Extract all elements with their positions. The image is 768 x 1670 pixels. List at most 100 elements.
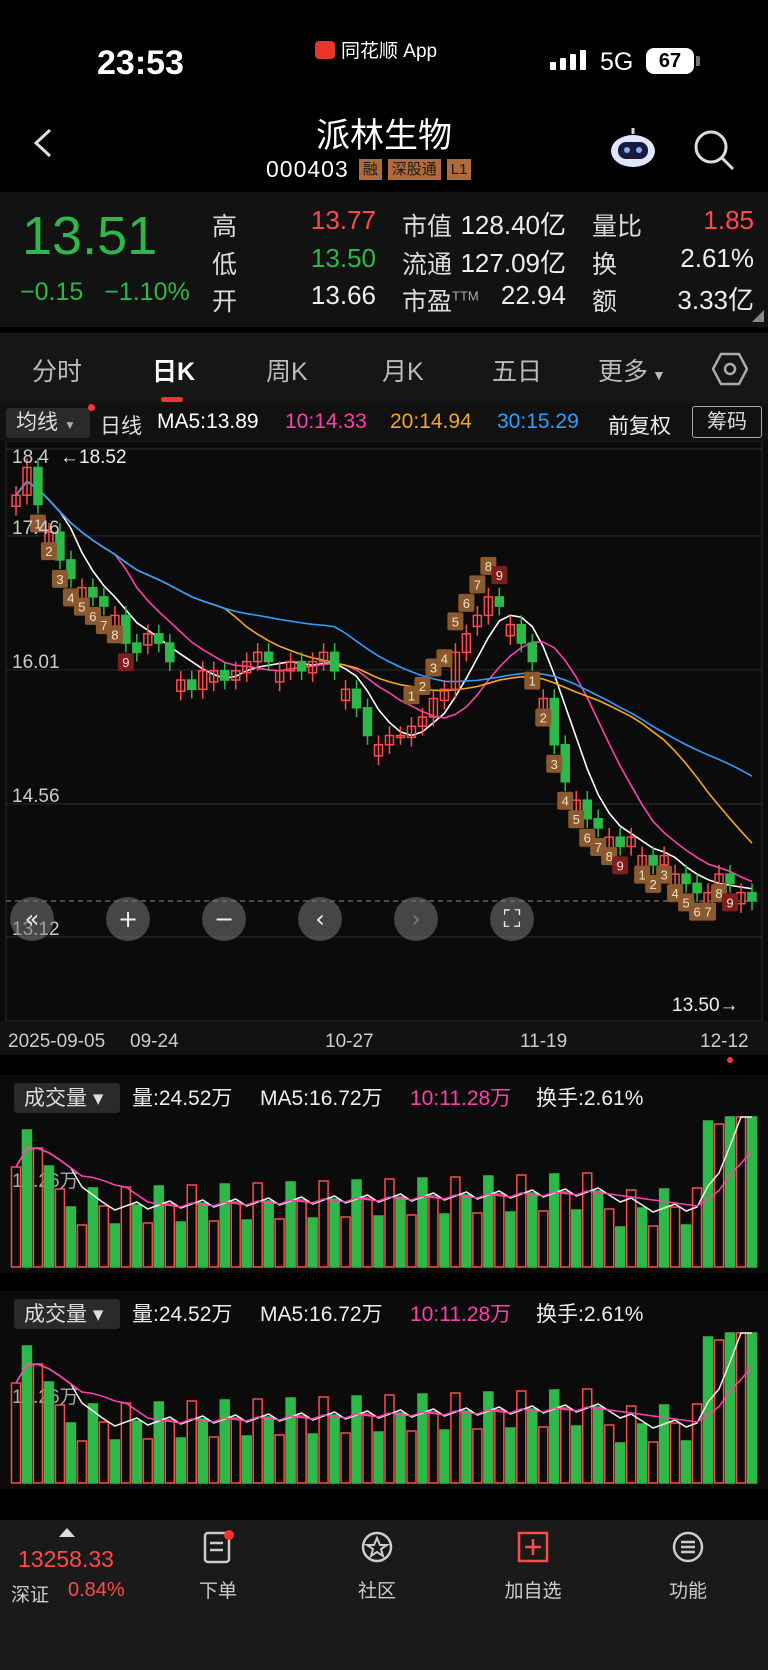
- volume-bar: [373, 1431, 384, 1484]
- volume-bar: [680, 1440, 692, 1484]
- volume-bar: [65, 1422, 77, 1484]
- seq-badge-number: 4: [671, 886, 678, 901]
- chart-control-glyph: −: [214, 905, 234, 933]
- volume-turnover: 换手:2.61%: [536, 1303, 643, 1326]
- volume-bar: [197, 1202, 208, 1268]
- date-tick: 10-27: [325, 1031, 374, 1052]
- tab-five-day[interactable]: 五日: [492, 352, 542, 388]
- date-axis: 2025-09-05 09-24 10-27 11-19 12-12: [0, 1021, 768, 1063]
- volume-bar: [329, 1414, 340, 1484]
- turnover-label: 换: [592, 251, 618, 279]
- chart-control-glyph: ‹: [315, 905, 325, 933]
- price-tick: 14.56: [12, 786, 60, 807]
- tab-monthly-k[interactable]: 月K: [382, 352, 424, 388]
- index-value[interactable]: 13258.33: [18, 1546, 114, 1573]
- tab-weekly-k[interactable]: 周K: [266, 352, 308, 388]
- volume-ma5: MA5:16.72万: [260, 1087, 383, 1110]
- date-tick: 11-19: [520, 1031, 567, 1052]
- date-tick: 2025-09-05: [8, 1031, 105, 1052]
- tab-daily-k[interactable]: 日K: [152, 352, 195, 388]
- candle: [747, 891, 757, 902]
- volume-turnover: 换手:2.61%: [536, 1087, 643, 1110]
- candle: [219, 670, 230, 681]
- seq-badge-number: 7: [595, 840, 602, 855]
- change-value: −0.15: [20, 278, 84, 306]
- red-dot-badge: [88, 404, 95, 411]
- volume-bar: [175, 1437, 187, 1484]
- high-label: 高: [212, 213, 238, 241]
- seq-badge-number: 4: [441, 651, 448, 666]
- volume-bar: [461, 1194, 472, 1268]
- volume-ma5: MA5:16.72万: [260, 1303, 383, 1326]
- volume-bar: [746, 1332, 758, 1484]
- adjust-label[interactable]: 前复权: [608, 410, 671, 440]
- candle: [593, 817, 603, 829]
- pe-value: 22.94: [500, 280, 566, 310]
- candle: [132, 642, 142, 654]
- volume-bar: [636, 1423, 648, 1484]
- volume-bar: [461, 1410, 472, 1484]
- order-icon: [203, 1530, 234, 1564]
- red-dot-badge: [727, 1057, 733, 1063]
- ma10-label: 10:14.33: [285, 410, 367, 433]
- chevron-down-icon: ▼: [652, 367, 666, 383]
- kline-chart[interactable]: 123456789123456789123456789123456 789 18.…: [0, 441, 768, 1521]
- tab-intraday[interactable]: 分时: [32, 352, 82, 388]
- volume-label: 成交量 ▾: [24, 1087, 104, 1110]
- candle: [681, 873, 691, 885]
- add-watchlist-icon: [517, 1531, 549, 1563]
- expand-corner-icon[interactable]: [752, 310, 764, 322]
- nav-functions[interactable]: 功能: [656, 1530, 720, 1603]
- seq-badge-number: 4: [562, 794, 569, 809]
- seq-badge-number: 2: [540, 711, 547, 726]
- volume-bar: [43, 1381, 55, 1484]
- volume-bar: [439, 1429, 450, 1484]
- candle: [494, 596, 505, 607]
- dropdown-arrow-icon: ▼: [64, 418, 76, 432]
- candle: [263, 651, 274, 663]
- seq-badge-number: 2: [45, 544, 52, 559]
- volume-bar: [131, 1420, 143, 1484]
- tab-more[interactable]: 更多 ▼: [598, 352, 666, 388]
- mktcap-label: 市值: [402, 213, 453, 241]
- volume-vol: 量:24.52万: [132, 1087, 232, 1110]
- index-percent: 0.84%: [68, 1579, 125, 1601]
- nav-order[interactable]: 下单: [186, 1530, 250, 1603]
- volume-bar: [505, 1211, 516, 1268]
- candle: [66, 559, 76, 580]
- seq-badge-number: 6: [89, 609, 96, 624]
- volume-bar: [592, 1190, 604, 1268]
- nav-community[interactable]: 社区: [345, 1530, 409, 1603]
- ai-assistant-icon[interactable]: [608, 126, 658, 170]
- volume-panel-1: 成交量 ▾ 量:24.52万 MA5:16.72万 10:11.28万 换手:2.61%…: [0, 1075, 768, 1273]
- candle: [165, 642, 175, 663]
- volume-bar: [592, 1406, 604, 1484]
- volume-vol: 量:24.52万: [132, 1303, 232, 1326]
- volume-ma10: 10:11.28万: [410, 1087, 511, 1110]
- change-percent: −1.10%: [104, 278, 190, 306]
- seq-badge-number: 4: [67, 590, 74, 605]
- volume-bar: [131, 1204, 143, 1268]
- volume-bar: [65, 1206, 77, 1268]
- clock: 23:53: [97, 44, 184, 82]
- candle: [187, 679, 197, 691]
- search-icon[interactable]: [692, 128, 736, 172]
- volume-bar: [483, 1175, 494, 1268]
- chips-button[interactable]: 筹码: [692, 406, 762, 438]
- settings-hexagon-icon[interactable]: [712, 352, 748, 386]
- seq-badge-number: 9: [726, 895, 733, 910]
- stock-code-line: 000403 融 深股通 L1: [266, 156, 472, 183]
- volume-bar: [307, 1433, 318, 1484]
- active-tab-indicator: [161, 397, 183, 402]
- volume-bar: [614, 1442, 626, 1484]
- nav-add-watchlist[interactable]: 加自选: [499, 1530, 567, 1603]
- indicator-select[interactable]: 均线 ▼: [6, 408, 90, 438]
- app-badge: 同花顺 App: [315, 36, 437, 63]
- candle: [33, 466, 43, 506]
- candle: [648, 854, 658, 866]
- volratio-value: 1.85: [703, 205, 754, 235]
- amount-value: 3.33亿: [677, 285, 754, 315]
- volume-bar: [373, 1215, 384, 1268]
- seq-badge-number: 5: [573, 812, 580, 827]
- community-icon: [361, 1531, 393, 1563]
